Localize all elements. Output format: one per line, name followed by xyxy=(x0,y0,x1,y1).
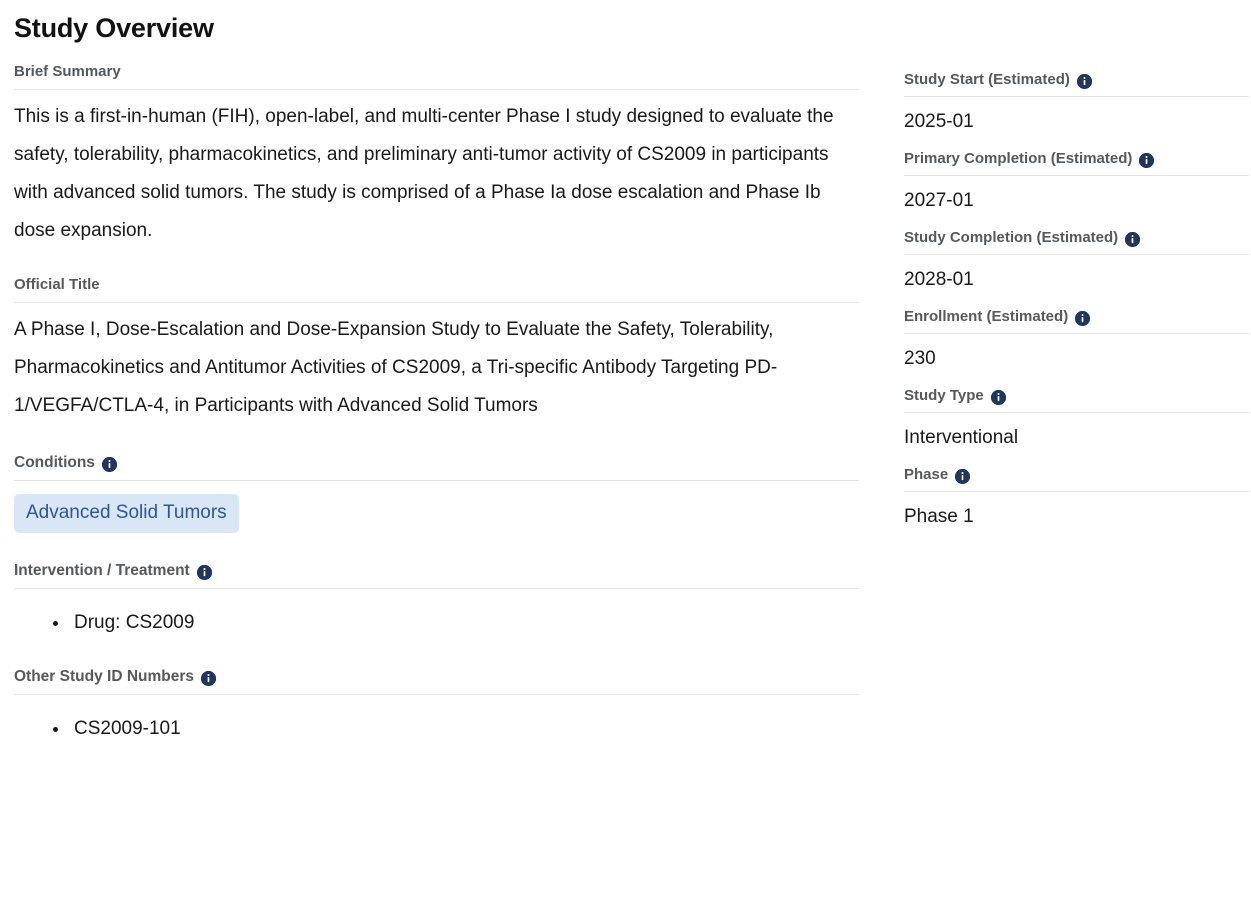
intervention-label: Intervention / Treatment xyxy=(14,562,190,579)
field-label: Study Completion (Estimated) xyxy=(904,228,1249,255)
info-icon[interactable] xyxy=(1076,73,1092,89)
field-label-text: Enrollment (Estimated) xyxy=(904,308,1069,325)
info-icon[interactable] xyxy=(196,564,212,580)
field-value: Phase 1 xyxy=(904,506,974,527)
conditions-heading: Conditions xyxy=(14,453,859,481)
other-study-ids-label: Other Study ID Numbers xyxy=(14,668,194,685)
official-title-heading: Official Title xyxy=(14,275,859,303)
info-icon[interactable] xyxy=(1125,231,1141,247)
brief-summary-text: This is a first-in-human (FIH), open-lab… xyxy=(14,106,834,241)
field-value: 2025-01 xyxy=(904,111,974,132)
list-item: CS2009-101 xyxy=(70,715,859,743)
field-label-text: Primary Completion (Estimated) xyxy=(904,150,1133,167)
conditions-label: Conditions xyxy=(14,454,95,471)
right-column: Study Start (Estimated) 2025-01 Primary … xyxy=(904,70,1249,544)
field-label-text: Study Start (Estimated) xyxy=(904,71,1070,88)
study-overview-page: Study Overview Brief Summary This is a f… xyxy=(0,0,1251,912)
info-icon[interactable] xyxy=(990,389,1006,405)
field-label: Study Start (Estimated) xyxy=(904,70,1249,97)
page-title: Study Overview xyxy=(14,13,214,43)
info-icon[interactable] xyxy=(101,456,117,472)
brief-summary-section: Brief Summary This is a first-in-human (… xyxy=(14,62,859,250)
intervention-list: Drug: CS2009 xyxy=(14,589,859,637)
other-study-ids-section: Other Study ID Numbers CS2009-101 xyxy=(14,667,859,743)
condition-badge[interactable]: Advanced Solid Tumors xyxy=(14,494,239,533)
field-study-start: Study Start (Estimated) 2025-01 xyxy=(904,70,1249,135)
official-title-section: Official Title A Phase I, Dose-Escalatio… xyxy=(14,275,859,425)
other-study-ids-list: CS2009-101 xyxy=(14,695,859,743)
field-value: 2028-01 xyxy=(904,269,974,290)
list-item: Drug: CS2009 xyxy=(70,609,859,637)
brief-summary-heading: Brief Summary xyxy=(14,62,859,90)
info-icon[interactable] xyxy=(955,468,971,484)
intervention-section: Intervention / Treatment Drug: CS2009 xyxy=(14,561,859,637)
field-label: Phase xyxy=(904,465,1249,492)
intervention-heading: Intervention / Treatment xyxy=(14,561,859,589)
field-label-text: Study Completion (Estimated) xyxy=(904,229,1119,246)
official-title-text: A Phase I, Dose-Escalation and Dose-Expa… xyxy=(14,319,778,416)
field-label: Enrollment (Estimated) xyxy=(904,307,1249,334)
left-column: Brief Summary This is a first-in-human (… xyxy=(14,62,859,743)
official-title-label: Official Title xyxy=(14,276,100,293)
field-study-type: Study Type Interventional xyxy=(904,386,1249,451)
field-label: Study Type xyxy=(904,386,1249,413)
field-value: 2027-01 xyxy=(904,190,974,211)
brief-summary-label: Brief Summary xyxy=(14,63,121,80)
field-label: Primary Completion (Estimated) xyxy=(904,149,1249,176)
field-label-text: Phase xyxy=(904,466,949,483)
info-icon[interactable] xyxy=(1139,152,1155,168)
info-icon[interactable] xyxy=(1075,310,1091,326)
field-value: 230 xyxy=(904,348,936,369)
conditions-badge-list: Advanced Solid Tumors xyxy=(14,481,859,533)
field-label-text: Study Type xyxy=(904,387,984,404)
field-phase: Phase Phase 1 xyxy=(904,465,1249,530)
field-enrollment: Enrollment (Estimated) 230 xyxy=(904,307,1249,372)
field-value: Interventional xyxy=(904,427,1019,448)
info-icon[interactable] xyxy=(201,670,216,686)
field-study-completion: Study Completion (Estimated) 2028-01 xyxy=(904,228,1249,293)
field-primary-completion: Primary Completion (Estimated) 2027-01 xyxy=(904,149,1249,214)
other-study-ids-heading: Other Study ID Numbers xyxy=(14,667,859,695)
conditions-section: Conditions Advanced Solid Tumors xyxy=(14,453,859,533)
